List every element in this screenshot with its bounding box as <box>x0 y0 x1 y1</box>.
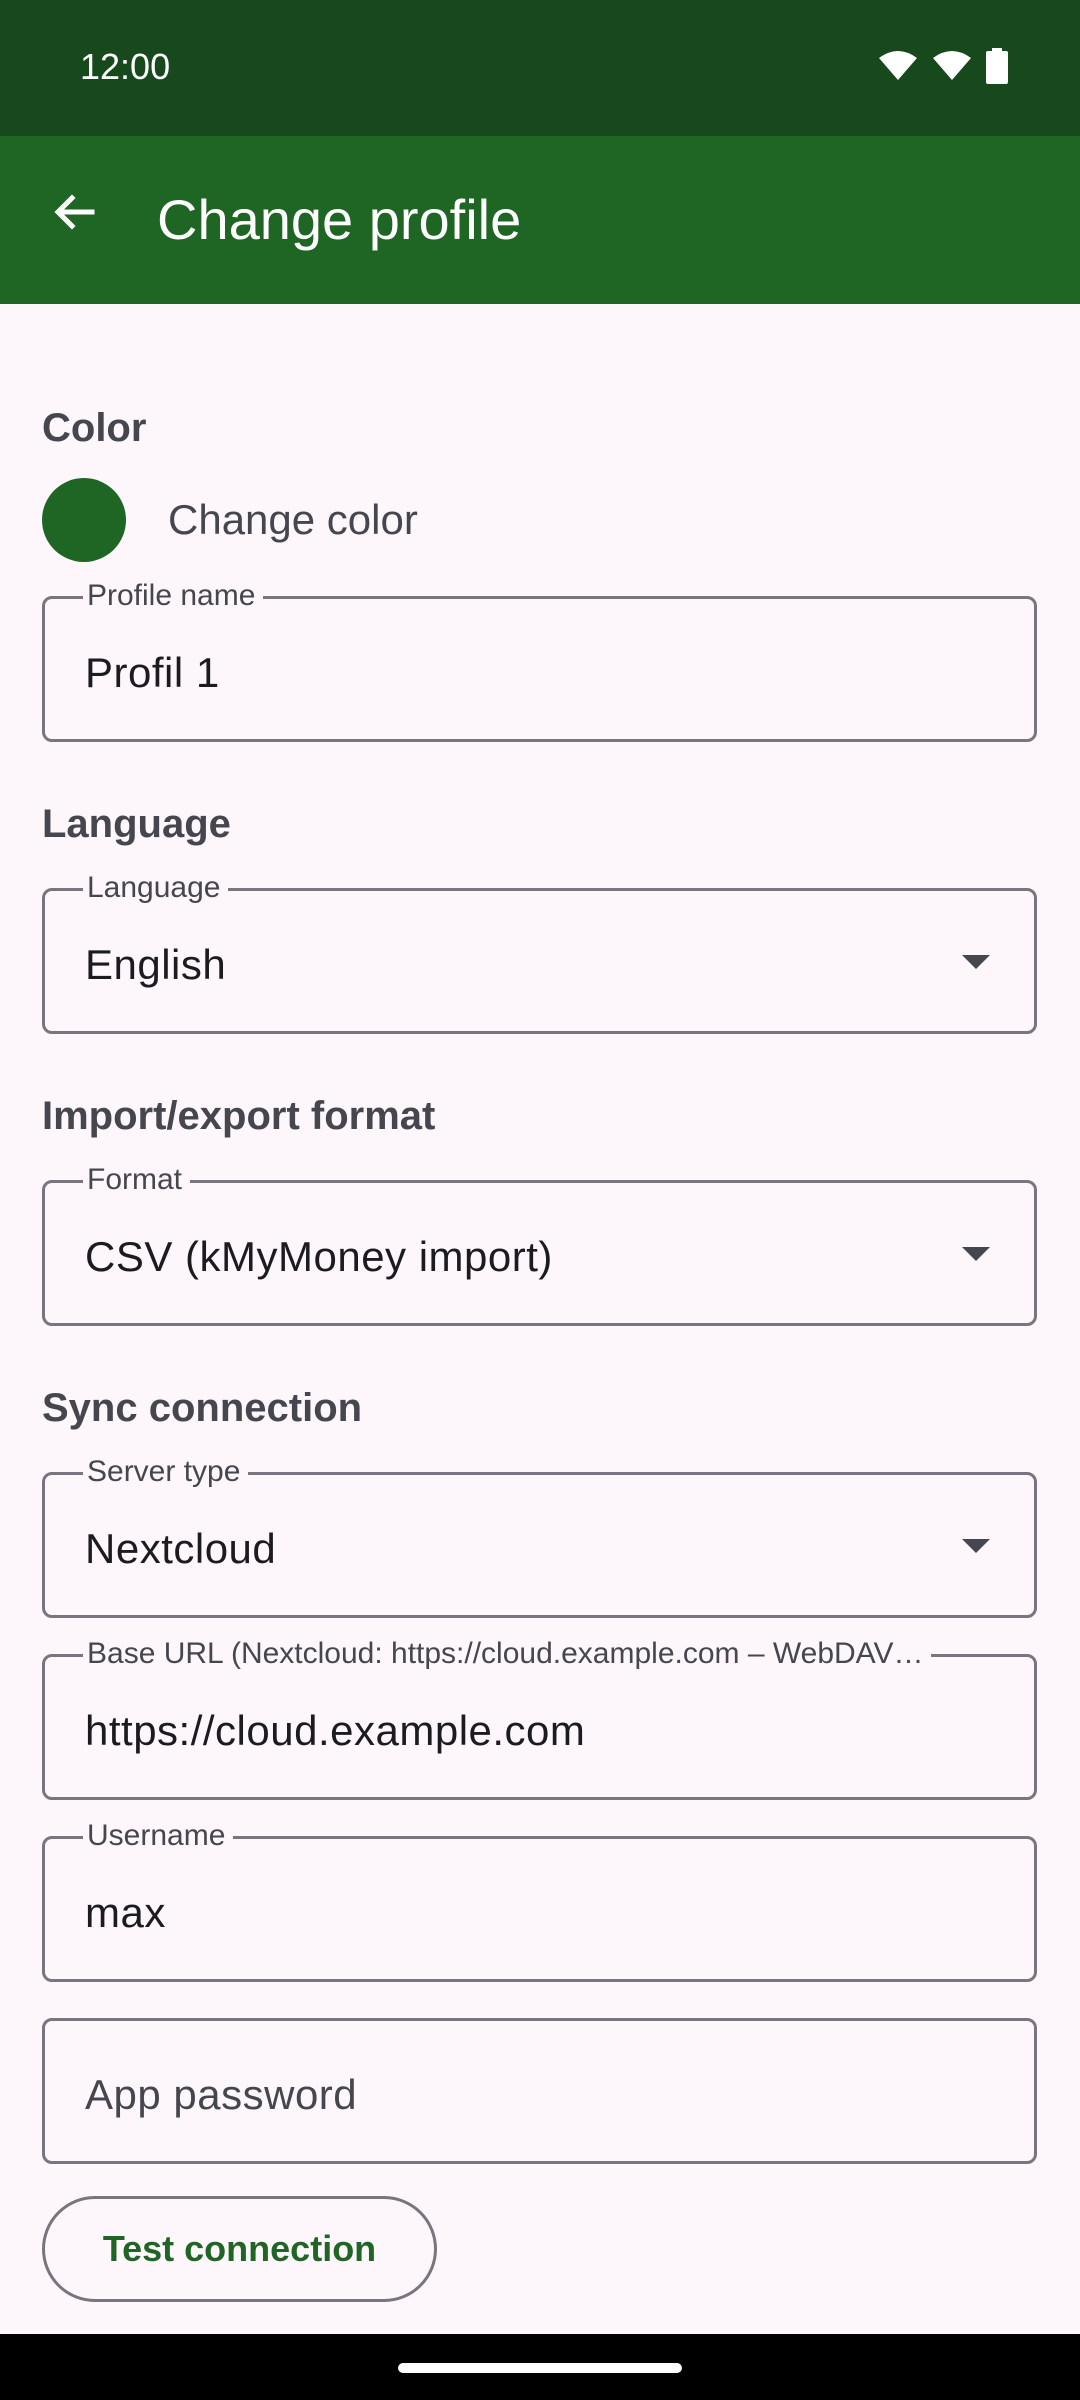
username-field[interactable]: Username max <box>42 1818 1037 1982</box>
section-title-language: Language <box>42 802 231 846</box>
dropdown-arrow-icon <box>962 1247 990 1261</box>
status-time: 12:00 <box>80 46 171 87</box>
section-title-color: Color <box>42 406 147 450</box>
dropdown-arrow-icon <box>962 955 990 969</box>
dropdown-arrow-icon <box>962 1539 990 1553</box>
wifi-icon <box>879 51 917 80</box>
section-title-format: Import/export format <box>42 1094 436 1138</box>
format-value: CSV (kMyMoney import) <box>85 1233 553 1280</box>
format-dropdown[interactable]: Format CSV (kMyMoney import) <box>42 1162 1037 1326</box>
color-swatch[interactable] <box>42 478 126 562</box>
app-password-placeholder: App password <box>85 2071 358 2118</box>
change-color-button[interactable]: Change color <box>168 496 418 544</box>
signal-icon <box>933 51 971 80</box>
test-connection-button[interactable]: Test connection <box>42 2196 437 2302</box>
language-value: English <box>85 941 227 988</box>
battery-icon <box>986 48 1008 84</box>
base-url-field[interactable]: Base URL (Nextcloud: https://cloud.examp… <box>42 1636 1037 1800</box>
server-type-label: Server type <box>83 1454 249 1490</box>
username-value: max <box>85 1889 166 1936</box>
arrow-back-icon <box>54 194 95 230</box>
profile-name-label: Profile name <box>83 578 264 614</box>
language-dropdown[interactable]: Language English <box>42 870 1037 1034</box>
section-title-sync: Sync connection <box>42 1386 363 1430</box>
format-label: Format <box>83 1162 191 1198</box>
profile-name-field[interactable]: Profile name Profil 1 <box>42 578 1037 742</box>
status-bar: 12:00 <box>0 0 1080 136</box>
server-type-dropdown[interactable]: Server type Nextcloud <box>42 1454 1037 1618</box>
page-title: Change profile <box>157 188 522 251</box>
profile-name-value: Profil 1 <box>85 649 220 696</box>
back-button[interactable] <box>42 180 106 244</box>
base-url-value: https://cloud.example.com <box>85 1707 586 1754</box>
username-label: Username <box>83 1818 234 1854</box>
home-indicator[interactable] <box>398 2363 682 2373</box>
server-type-value: Nextcloud <box>85 1525 277 1572</box>
base-url-label: Base URL (Nextcloud: https://cloud.examp… <box>83 1636 932 1672</box>
app-password-field[interactable]: App password <box>42 2018 1037 2164</box>
language-label: Language <box>83 870 229 906</box>
status-icons <box>878 48 1008 84</box>
